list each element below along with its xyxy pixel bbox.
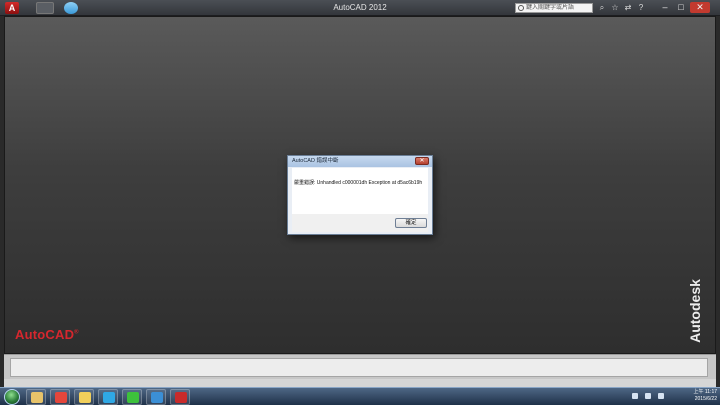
folder-icon [79,392,91,403]
taskbar-item-folder[interactable] [74,389,94,405]
dialog-body [292,168,428,214]
workspace-icon[interactable] [64,2,78,14]
command-line-input[interactable] [10,358,708,377]
dialog-title: AutoCAD 錯誤中斷 [292,158,339,164]
clock[interactable]: 上午 11:17 2015/6/22 [683,389,717,403]
taskbar: 上午 11:17 2015/6/22 [0,387,720,405]
autodesk-logo: Autodesk [687,279,703,343]
binoculars-icon[interactable]: ⌕ [597,3,607,13]
close-button[interactable]: ✕ [690,2,710,13]
search-input[interactable]: 鍵入關鍵字或片語 [515,3,593,13]
chrome-icon [55,392,67,403]
ok-button[interactable]: 確定 [395,218,427,228]
minimize-button[interactable]: – [658,2,672,13]
taskbar-item-skype[interactable] [98,389,118,405]
registered-mark: ® [74,329,79,336]
title-bar: A AutoCAD 2012 鍵入關鍵字或片語 ⌕ ☆ ⇄ ? – □ ✕ [0,0,720,16]
autocad-logo-text: AutoCAD [15,327,75,342]
search-placeholder: 鍵入關鍵字或片語 [526,5,575,11]
taskbar-item-file-explorer[interactable] [26,389,46,405]
skype-icon [103,392,115,403]
autocad-logo: AutoCAD® [15,327,79,342]
dialog-title-bar: AutoCAD 錯誤中斷 ✕ [288,156,432,167]
error-message: 嚴重錯誤: Unhandled c000001dh Exception at d… [294,180,423,186]
line-icon [127,392,139,403]
internet-explorer-icon [151,392,163,403]
clock-time: 上午 11:17 [693,389,717,395]
tray-flag-icon[interactable] [658,393,664,399]
taskbar-item-line[interactable] [122,389,142,405]
maximize-button[interactable]: □ [674,2,688,13]
clock-date: 2015/6/22 [694,396,717,402]
exchange-icon[interactable]: ⇄ [623,3,633,13]
taskbar-item-autocad[interactable] [170,389,190,405]
command-line-area [4,354,716,387]
star-icon[interactable]: ☆ [610,3,620,13]
status-bar [4,379,716,387]
autocad-icon [175,392,187,403]
autocad-app-icon[interactable]: A [5,2,19,14]
error-dialog: AutoCAD 錯誤中斷 ✕ 嚴重錯誤: Unhandled c000001dh… [287,155,433,235]
dialog-close-button[interactable]: ✕ [415,157,429,165]
help-icon[interactable]: ? [636,3,646,13]
file-explorer-icon [31,392,43,403]
tray-network-icon[interactable] [632,393,638,399]
search-icon [518,5,524,11]
quick-access-toolbar[interactable] [36,2,54,14]
taskbar-item-internet-explorer[interactable] [146,389,166,405]
tray-volume-icon[interactable] [645,393,651,399]
start-button[interactable] [4,389,20,405]
taskbar-item-chrome[interactable] [50,389,70,405]
